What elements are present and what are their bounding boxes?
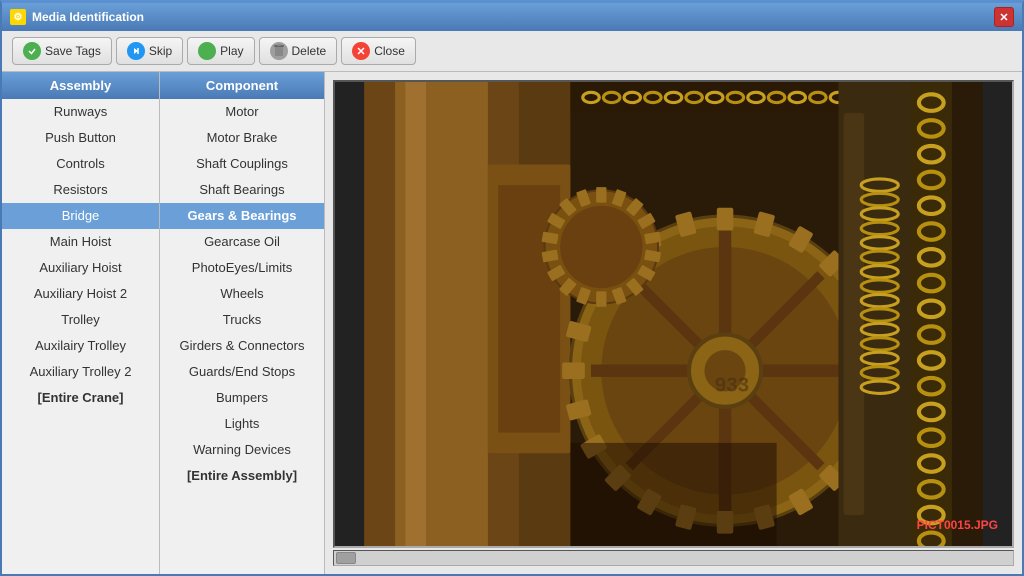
svg-text:933: 933 <box>715 373 749 396</box>
title-bar: ⚙ Media Identification ✕ <box>2 3 1022 31</box>
skip-icon <box>127 42 145 60</box>
component-item-9[interactable]: Girders & Connectors <box>160 333 324 359</box>
component-item-5[interactable]: Gearcase Oil <box>160 229 324 255</box>
save-tags-button[interactable]: Save Tags <box>12 37 112 65</box>
component-item-1[interactable]: Motor Brake <box>160 125 324 151</box>
image-filename: PICT0015.JPG <box>917 518 998 532</box>
component-item-11[interactable]: Bumpers <box>160 385 324 411</box>
skip-button[interactable]: Skip <box>116 37 183 65</box>
assembly-item-0[interactable]: Runways <box>2 99 159 125</box>
component-item-4[interactable]: Gears & Bearings <box>160 203 324 229</box>
delete-button[interactable]: Delete <box>259 37 338 65</box>
component-item-14[interactable]: [Entire Assembly] <box>160 463 324 489</box>
assembly-item-4[interactable]: Bridge <box>2 203 159 229</box>
assembly-item-8[interactable]: Trolley <box>2 307 159 333</box>
component-item-0[interactable]: Motor <box>160 99 324 125</box>
component-header: Component <box>160 72 324 99</box>
assembly-item-2[interactable]: Controls <box>2 151 159 177</box>
component-item-3[interactable]: Shaft Bearings <box>160 177 324 203</box>
component-item-6[interactable]: PhotoEyes/Limits <box>160 255 324 281</box>
content-area: Assembly RunwaysPush ButtonControlsResis… <box>2 72 1022 574</box>
assembly-item-1[interactable]: Push Button <box>2 125 159 151</box>
scrollbar-thumb[interactable] <box>336 552 356 564</box>
app-icon: ⚙ <box>10 9 26 25</box>
assembly-item-6[interactable]: Auxiliary Hoist <box>2 255 159 281</box>
image-scrollbar[interactable] <box>333 550 1014 566</box>
assembly-panel: Assembly RunwaysPush ButtonControlsResis… <box>2 72 160 574</box>
save-icon <box>23 42 41 60</box>
play-icon <box>198 42 216 60</box>
window-title: Media Identification <box>32 10 994 24</box>
assembly-header: Assembly <box>2 72 159 99</box>
image-panel: 933 <box>325 72 1022 574</box>
component-item-8[interactable]: Trucks <box>160 307 324 333</box>
close-button[interactable]: Close <box>341 37 416 65</box>
delete-icon <box>270 42 288 60</box>
assembly-item-10[interactable]: Auxiliary Trolley 2 <box>2 359 159 385</box>
component-panel: Component MotorMotor BrakeShaft Coupling… <box>160 72 325 574</box>
component-item-2[interactable]: Shaft Couplings <box>160 151 324 177</box>
assembly-item-5[interactable]: Main Hoist <box>2 229 159 255</box>
window-close-button[interactable]: ✕ <box>994 7 1014 27</box>
toolbar: Save Tags Skip Play Delete Close <box>2 31 1022 72</box>
play-button[interactable]: Play <box>187 37 254 65</box>
image-viewer: 933 <box>333 80 1014 548</box>
gear-image: 933 <box>335 82 1012 546</box>
assembly-list: RunwaysPush ButtonControlsResistorsBridg… <box>2 99 159 574</box>
main-window: ⚙ Media Identification ✕ Save Tags Skip … <box>0 0 1024 576</box>
assembly-item-7[interactable]: Auxiliary Hoist 2 <box>2 281 159 307</box>
close-icon <box>352 42 370 60</box>
component-item-13[interactable]: Warning Devices <box>160 437 324 463</box>
component-item-12[interactable]: Lights <box>160 411 324 437</box>
component-item-10[interactable]: Guards/End Stops <box>160 359 324 385</box>
assembly-item-11[interactable]: [Entire Crane] <box>2 385 159 411</box>
assembly-item-9[interactable]: Auxilairy Trolley <box>2 333 159 359</box>
component-list: MotorMotor BrakeShaft CouplingsShaft Bea… <box>160 99 324 574</box>
assembly-item-3[interactable]: Resistors <box>2 177 159 203</box>
component-item-7[interactable]: Wheels <box>160 281 324 307</box>
